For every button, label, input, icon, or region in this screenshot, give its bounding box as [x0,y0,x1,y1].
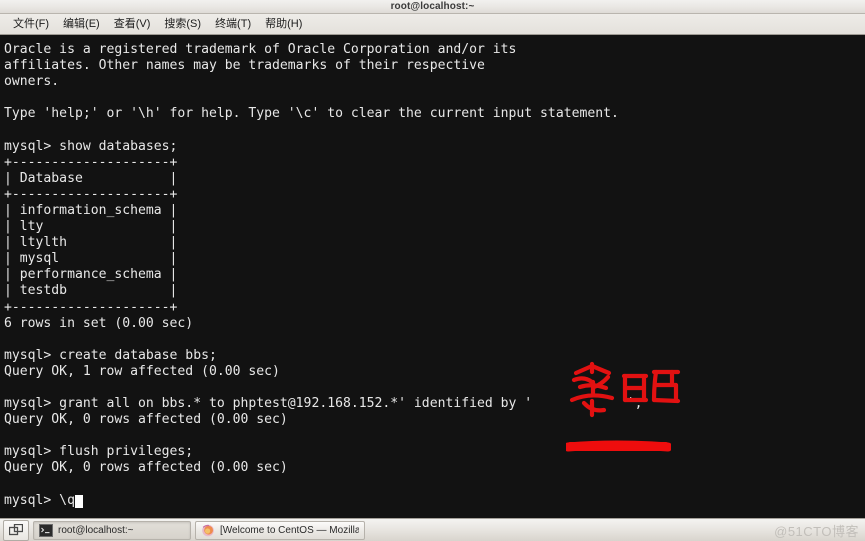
menu-terminal[interactable]: 终端(T) [208,16,258,33]
desktop-window: root@localhost:~ 文件(F) 编辑(E) 查看(V) 搜索(S)… [0,0,865,541]
firefox-icon [202,524,214,536]
workspace-switcher-icon[interactable] [3,519,29,541]
terminal-cursor [74,494,83,508]
menu-help[interactable]: 帮助(H) [258,16,309,33]
windows-overlap-icon [9,523,23,535]
menu-edit[interactable]: 编辑(E) [56,16,107,33]
taskbar-item-terminal-label: root@localhost:~ [58,524,134,536]
terminal-screen[interactable]: Oracle is a registered trademark of Orac… [0,35,865,518]
taskbar-item-terminal[interactable]: root@localhost:~ [33,520,191,540]
taskbar: root@localhost:~ [Welcome to CentOS — Mo… [0,518,865,541]
menu-search[interactable]: 搜索(S) [157,16,208,33]
terminal-output: Oracle is a registered trademark of Orac… [4,42,643,508]
menu-file[interactable]: 文件(F) [6,16,56,33]
menu-bar: 文件(F) 编辑(E) 查看(V) 搜索(S) 终端(T) 帮助(H) [0,14,865,35]
taskbar-item-firefox[interactable]: [Welcome to CentOS — Mozilla Fir··· [195,520,365,540]
terminal-icon [39,523,53,537]
window-title: root@localhost:~ [390,1,475,12]
window-titlebar[interactable]: root@localhost:~ [0,0,865,14]
taskbar-item-firefox-label: [Welcome to CentOS — Mozilla Fir··· [220,524,359,536]
menu-view[interactable]: 查看(V) [107,16,158,33]
